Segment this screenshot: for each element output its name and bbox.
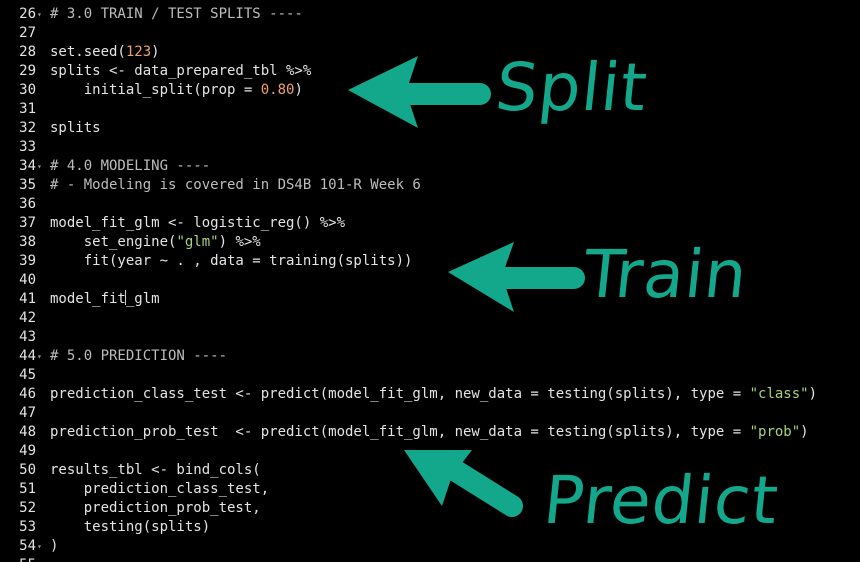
line-number: 55 bbox=[0, 556, 36, 562]
code-text[interactable]: prediction_class_test <- predict(model_f… bbox=[50, 385, 817, 404]
line-number: 36 bbox=[19, 196, 36, 212]
fold-chevron-icon[interactable]: ▾ bbox=[37, 347, 45, 366]
line-number: 28 bbox=[19, 44, 36, 60]
fold-chevron-icon[interactable]: ▾ bbox=[37, 537, 45, 556]
code-text[interactable]: # 3.0 TRAIN / TEST SPLITS ---- bbox=[50, 5, 303, 24]
line-number: 35 bbox=[19, 177, 36, 193]
code-text[interactable]: initial_split(prop = 0.80) bbox=[50, 81, 303, 100]
code-line[interactable]: 55 bbox=[0, 556, 860, 562]
code-text[interactable]: # - Modeling is covered in DS4B 101-R We… bbox=[50, 176, 421, 195]
line-number: 32 bbox=[19, 120, 36, 136]
code-text[interactable]: set.seed(123) bbox=[50, 43, 160, 62]
line-number: 45 bbox=[19, 367, 36, 383]
code-line[interactable]: 43 bbox=[0, 328, 860, 347]
code-line[interactable]: 47 bbox=[0, 404, 860, 423]
line-number: 49 bbox=[19, 443, 36, 459]
line-number: 26 bbox=[19, 6, 36, 22]
line-number: 30 bbox=[19, 82, 36, 98]
line-number: 37 bbox=[19, 215, 36, 231]
code-line[interactable]: 35 # - Modeling is covered in DS4B 101-R … bbox=[0, 176, 860, 195]
code-text[interactable]: ) bbox=[50, 537, 58, 556]
code-line[interactable]: 44 ▾ # 5.0 PREDICTION ---- bbox=[0, 347, 860, 366]
code-text[interactable]: prediction_class_test, bbox=[50, 480, 269, 499]
line-number: 52 bbox=[19, 500, 36, 516]
code-text[interactable]: prediction_prob_test, bbox=[50, 499, 261, 518]
line-number: 39 bbox=[19, 253, 36, 269]
fold-chevron-icon[interactable]: ▾ bbox=[37, 157, 45, 176]
code-text[interactable]: # 5.0 PREDICTION ---- bbox=[50, 347, 227, 366]
code-text[interactable]: model_fit_glm <- logistic_reg() %>% bbox=[50, 214, 345, 233]
line-number: 47 bbox=[19, 405, 36, 421]
code-line[interactable]: 54 ▾) bbox=[0, 537, 860, 556]
split-annotation: Split bbox=[492, 49, 652, 126]
predict-annotation: Predict bbox=[540, 462, 783, 539]
code-text[interactable]: prediction_prob_test <- predict(model_fi… bbox=[50, 423, 809, 442]
line-number: 51 bbox=[19, 481, 36, 497]
code-line[interactable]: 27 bbox=[0, 24, 860, 43]
split-arrow bbox=[348, 56, 491, 128]
train-arrow bbox=[448, 242, 585, 312]
line-number: 33 bbox=[19, 139, 36, 155]
line-number: 40 bbox=[19, 272, 36, 288]
code-text[interactable]: set_engine("glm") %>% bbox=[50, 233, 261, 252]
code-text[interactable]: splits bbox=[50, 119, 101, 138]
line-number: 53 bbox=[19, 519, 36, 535]
code-text[interactable]: model_fit_glm bbox=[50, 290, 160, 309]
code-text[interactable]: testing(splits) bbox=[50, 518, 210, 537]
code-line[interactable]: 33 bbox=[0, 138, 860, 157]
line-number: 50 bbox=[19, 462, 36, 478]
code-line[interactable]: 26 ▾ # 3.0 TRAIN / TEST SPLITS ---- bbox=[0, 5, 860, 24]
fold-chevron-icon[interactable]: ▾ bbox=[37, 5, 45, 24]
line-number: 42 bbox=[19, 310, 36, 326]
line-number: 41 bbox=[19, 291, 36, 307]
line-number: 31 bbox=[19, 101, 36, 117]
code-text[interactable]: results_tbl <- bind_cols( bbox=[50, 461, 261, 480]
line-number: 29 bbox=[19, 63, 36, 79]
code-line[interactable]: 48 prediction_prob_test <- predict(model_… bbox=[0, 423, 860, 442]
code-text[interactable]: # 4.0 MODELING ---- bbox=[50, 157, 210, 176]
predict-arrow bbox=[404, 450, 523, 517]
line-number: 54 bbox=[19, 538, 36, 554]
code-line[interactable]: 34 ▾ # 4.0 MODELING ---- bbox=[0, 157, 860, 176]
line-number: 44 bbox=[19, 348, 36, 364]
line-number: 48 bbox=[19, 424, 36, 440]
line-number: 27 bbox=[19, 25, 36, 41]
code-line[interactable]: 46 prediction_class_test <- predict(model… bbox=[0, 385, 860, 404]
code-line[interactable]: 36 bbox=[0, 195, 860, 214]
line-number: 46 bbox=[19, 386, 36, 402]
line-number: 38 bbox=[19, 234, 36, 250]
code-line[interactable]: 37 model_fit_glm <- logistic_reg() %>% bbox=[0, 214, 860, 233]
line-number: 43 bbox=[19, 329, 36, 345]
line-number: 34 bbox=[19, 158, 36, 174]
text-cursor bbox=[125, 290, 127, 305]
code-line[interactable]: 45 bbox=[0, 366, 860, 385]
train-annotation: Train bbox=[580, 236, 752, 313]
code-text[interactable]: splits <- data_prepared_tbl %>% bbox=[50, 62, 311, 81]
code-text[interactable]: fit(year ~ . , data = training(splits)) bbox=[50, 252, 413, 271]
code-editor[interactable]: 26 ▾ # 3.0 TRAIN / TEST SPLITS ---- 27 28 set… bbox=[0, 0, 860, 562]
